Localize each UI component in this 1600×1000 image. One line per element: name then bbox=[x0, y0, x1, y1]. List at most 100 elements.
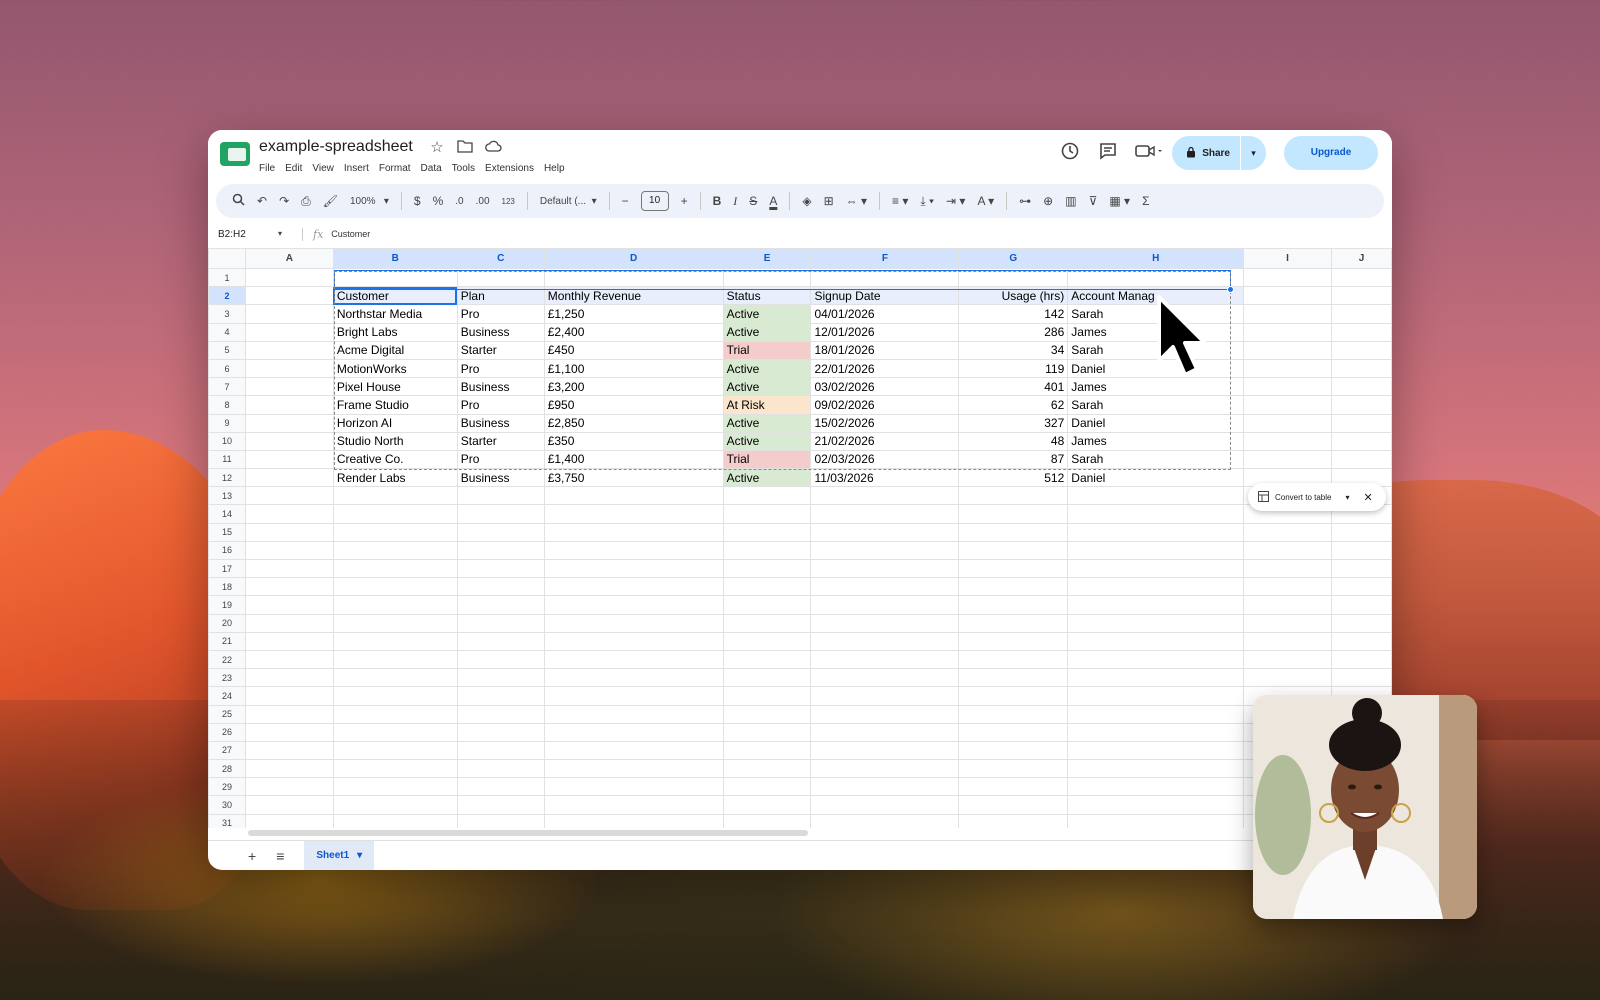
cell-a17[interactable] bbox=[244, 558, 334, 579]
cell-e1[interactable] bbox=[722, 267, 812, 288]
cell-d5[interactable]: £450 bbox=[543, 340, 724, 360]
cell-h25[interactable] bbox=[1067, 704, 1245, 724]
cell-h8[interactable]: Sarah bbox=[1067, 395, 1245, 415]
cell-f21[interactable] bbox=[810, 631, 960, 651]
cell-e31[interactable] bbox=[722, 813, 812, 828]
cell-j18[interactable] bbox=[1331, 577, 1392, 597]
cell-a2[interactable] bbox=[244, 286, 334, 306]
cell-d25[interactable] bbox=[543, 704, 724, 724]
cell-d14[interactable] bbox=[543, 504, 724, 524]
cell-g11[interactable]: 87 bbox=[958, 449, 1069, 470]
column-header-g[interactable]: G bbox=[958, 248, 1069, 269]
cell-f7[interactable]: 03/02/2026 bbox=[810, 377, 960, 397]
cell-h18[interactable] bbox=[1067, 577, 1245, 597]
row-header[interactable]: 19 bbox=[208, 595, 246, 615]
formula-input[interactable]: Customer bbox=[331, 229, 370, 239]
cell-f10[interactable]: 21/02/2026 bbox=[810, 431, 960, 451]
cell-e27[interactable] bbox=[722, 740, 812, 761]
document-title[interactable]: example-spreadsheet bbox=[259, 138, 413, 156]
cell-d6[interactable]: £1,100 bbox=[543, 358, 724, 379]
cell-i2[interactable] bbox=[1243, 286, 1332, 306]
cell-e25[interactable] bbox=[722, 704, 812, 724]
cell-e17[interactable] bbox=[722, 558, 812, 579]
cell-b24[interactable] bbox=[332, 686, 458, 706]
cell-h27[interactable] bbox=[1067, 740, 1245, 761]
cell-h23[interactable] bbox=[1067, 668, 1245, 688]
cell-d11[interactable]: £1,400 bbox=[543, 449, 724, 470]
cell-g1[interactable] bbox=[958, 267, 1069, 288]
cell-i1[interactable] bbox=[1243, 267, 1332, 288]
cell-j8[interactable] bbox=[1331, 395, 1392, 415]
filter-views-icon[interactable]: ▦ ▾ bbox=[1109, 194, 1130, 208]
cell-f23[interactable] bbox=[810, 668, 960, 688]
cell-e4[interactable]: Active bbox=[722, 322, 812, 342]
row-header[interactable]: 28 bbox=[208, 759, 246, 779]
row-header[interactable]: 25 bbox=[208, 704, 246, 724]
cell-a5[interactable] bbox=[244, 340, 334, 360]
cell-f6[interactable]: 22/01/2026 bbox=[810, 358, 960, 379]
cell-g19[interactable] bbox=[958, 595, 1069, 615]
cell-c21[interactable] bbox=[456, 631, 545, 651]
cell-c16[interactable] bbox=[456, 540, 545, 561]
cell-i16[interactable] bbox=[1243, 540, 1332, 561]
cell-e16[interactable] bbox=[722, 540, 812, 561]
cell-j4[interactable] bbox=[1331, 322, 1392, 342]
all-sheets-icon[interactable]: ≡ bbox=[276, 848, 284, 864]
cell-c10[interactable]: Starter bbox=[456, 431, 545, 451]
cell-d24[interactable] bbox=[543, 686, 724, 706]
cell-g29[interactable] bbox=[958, 777, 1069, 797]
column-header-h[interactable]: H bbox=[1067, 248, 1245, 269]
cell-h26[interactable] bbox=[1067, 722, 1245, 742]
menu-file[interactable]: File bbox=[259, 163, 275, 174]
horizontal-scrollbar[interactable] bbox=[248, 830, 808, 836]
chip-dropdown-icon[interactable]: ▾ bbox=[1345, 493, 1349, 502]
cell-e9[interactable]: Active bbox=[722, 413, 812, 433]
upgrade-button[interactable]: Upgrade bbox=[1284, 136, 1378, 170]
cell-e22[interactable] bbox=[722, 649, 812, 670]
cell-j17[interactable] bbox=[1331, 558, 1392, 579]
cell-i22[interactable] bbox=[1243, 649, 1332, 670]
cell-j22[interactable] bbox=[1331, 649, 1392, 670]
row-header[interactable]: 18 bbox=[208, 577, 246, 597]
cell-h14[interactable] bbox=[1067, 504, 1245, 524]
search-icon[interactable] bbox=[232, 193, 245, 209]
select-all-corner[interactable] bbox=[208, 248, 246, 269]
cell-f4[interactable]: 12/01/2026 bbox=[810, 322, 960, 342]
cell-a3[interactable] bbox=[244, 304, 334, 324]
cell-h12[interactable]: Daniel bbox=[1067, 468, 1245, 488]
cell-b14[interactable] bbox=[332, 504, 458, 524]
sheets-logo-icon[interactable] bbox=[220, 142, 250, 166]
cell-c13[interactable] bbox=[456, 486, 545, 506]
comments-icon[interactable] bbox=[1096, 141, 1120, 165]
cell-b7[interactable]: Pixel House bbox=[332, 377, 458, 397]
cell-i9[interactable] bbox=[1243, 413, 1332, 433]
add-sheet-icon[interactable]: + bbox=[248, 848, 256, 864]
cell-g26[interactable] bbox=[958, 722, 1069, 742]
cell-h17[interactable] bbox=[1067, 558, 1245, 579]
cell-g3[interactable]: 142 bbox=[958, 304, 1069, 324]
cell-c11[interactable]: Pro bbox=[456, 449, 545, 470]
row-header[interactable]: 31 bbox=[208, 813, 246, 828]
cell-f15[interactable] bbox=[810, 522, 960, 542]
cell-g23[interactable] bbox=[958, 668, 1069, 688]
cell-c7[interactable]: Business bbox=[456, 377, 545, 397]
cell-i8[interactable] bbox=[1243, 395, 1332, 415]
cell-j11[interactable] bbox=[1331, 449, 1392, 470]
cell-c6[interactable]: Pro bbox=[456, 358, 545, 379]
cell-a25[interactable] bbox=[244, 704, 334, 724]
cell-c4[interactable]: Business bbox=[456, 322, 545, 342]
cell-b13[interactable] bbox=[332, 486, 458, 506]
cell-d2[interactable]: Monthly Revenue bbox=[543, 286, 724, 306]
cell-i15[interactable] bbox=[1243, 522, 1332, 542]
cell-j20[interactable] bbox=[1331, 613, 1392, 633]
print-icon[interactable]: ⎙ bbox=[301, 194, 311, 209]
cell-d15[interactable] bbox=[543, 522, 724, 542]
cell-a8[interactable] bbox=[244, 395, 334, 415]
cell-i17[interactable] bbox=[1243, 558, 1332, 579]
row-header[interactable]: 20 bbox=[208, 613, 246, 633]
cell-b16[interactable] bbox=[332, 540, 458, 561]
text-color-icon[interactable]: A bbox=[769, 194, 777, 208]
cell-i5[interactable] bbox=[1243, 340, 1332, 360]
cell-h20[interactable] bbox=[1067, 613, 1245, 633]
cell-b17[interactable] bbox=[332, 558, 458, 579]
